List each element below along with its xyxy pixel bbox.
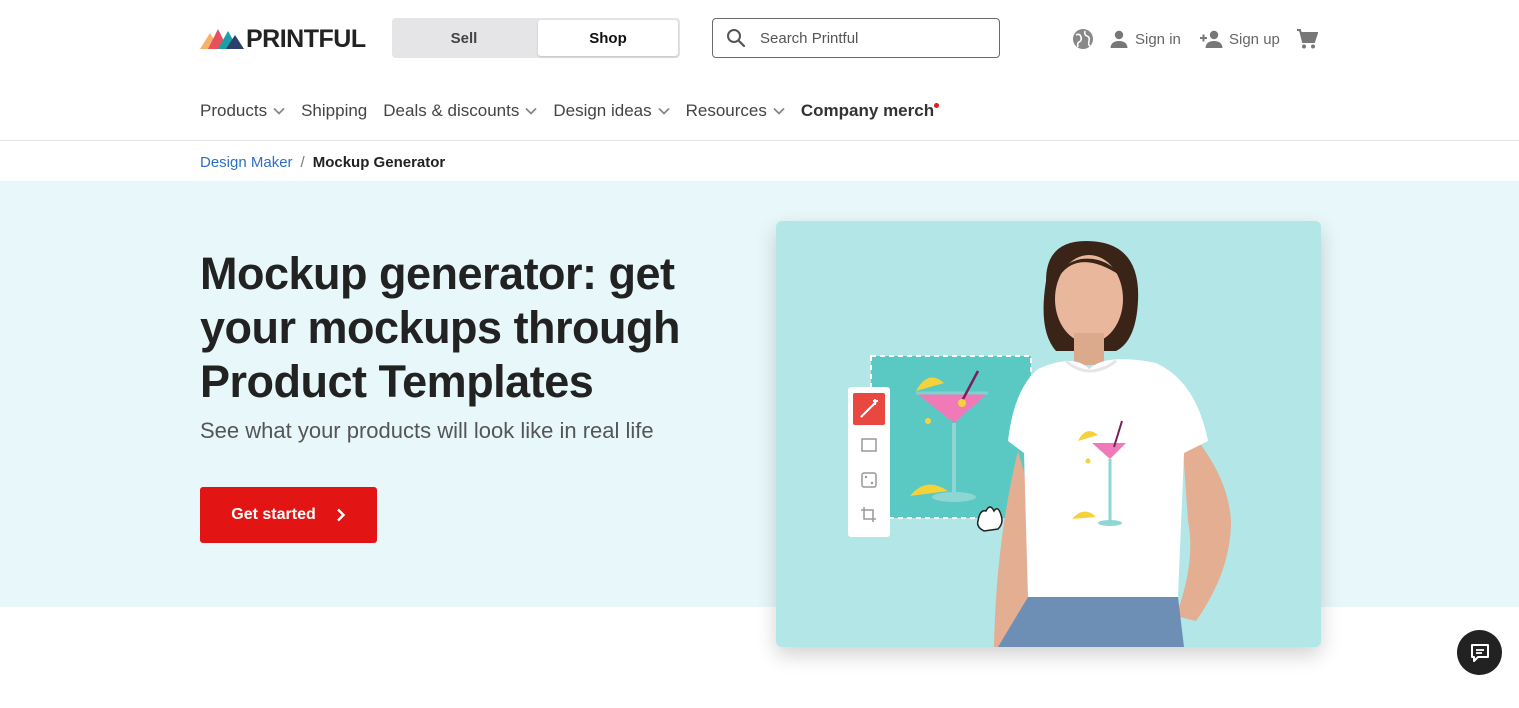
sell-tab[interactable]: Sell — [392, 18, 536, 58]
chevron-right-icon — [336, 508, 345, 522]
sign-up-label: Sign up — [1229, 30, 1280, 48]
search-box — [712, 18, 1000, 58]
nav-products[interactable]: Products — [200, 101, 285, 121]
get-started-button[interactable]: Get started — [200, 487, 377, 543]
chat-button[interactable] — [1457, 630, 1502, 675]
sign-in-link[interactable]: Sign in — [1109, 26, 1181, 52]
mockup-illustration-art — [848, 241, 1231, 647]
chevron-down-icon — [773, 107, 785, 115]
nav-shipping[interactable]: Shipping — [301, 101, 367, 121]
breadcrumb-current: Mockup Generator — [312, 153, 446, 171]
language-button[interactable] — [1072, 26, 1094, 52]
chat-bubble-icon — [1470, 643, 1489, 662]
nav-shipping-label: Shipping — [301, 101, 368, 120]
breadcrumb: Design Maker / Mockup Generator — [200, 152, 445, 172]
search-icon — [727, 29, 746, 48]
chevron-down-icon — [657, 107, 670, 115]
nav-products-label: Products — [200, 101, 268, 120]
main-nav: Products Shipping Deals & discounts Desi… — [200, 98, 950, 124]
nav-deals-label: Deals & discounts — [383, 101, 520, 120]
nav-divider — [0, 140, 1519, 141]
globe-icon — [1073, 29, 1093, 49]
search-input[interactable] — [760, 29, 980, 47]
nav-resources[interactable]: Resources — [686, 101, 785, 121]
sign-up-link[interactable]: Sign up — [1199, 26, 1280, 52]
hero-title: Mockup generator: get your mockups throu… — [200, 248, 681, 407]
nav-resources-label: Resources — [685, 101, 767, 120]
user-icon — [1110, 30, 1128, 48]
cart-button[interactable] — [1296, 26, 1318, 52]
nav-design-ideas-label: Design ideas — [553, 101, 652, 120]
sell-shop-toggle: Sell Shop — [392, 18, 680, 58]
top-bar: PRINTFUL Sell Shop Sign in — [0, 0, 1519, 78]
cart-icon — [1297, 29, 1318, 49]
add-user-icon — [1200, 30, 1223, 48]
nav-company-merch[interactable]: Company merch — [800, 101, 940, 121]
hero-subtitle: See what your products will look like in… — [200, 418, 654, 443]
get-started-label: Get started — [231, 506, 316, 523]
logo-mark-icon — [200, 29, 244, 49]
page: PRINTFUL Sell Shop Sign in — [0, 0, 1519, 708]
sign-in-label: Sign in — [1135, 30, 1181, 48]
chevron-down-icon — [273, 107, 285, 115]
mockup-illustration — [776, 221, 1321, 647]
logo-text: PRINTFUL — [246, 25, 366, 53]
chevron-down-icon — [525, 107, 537, 115]
breadcrumb-design-maker[interactable]: Design Maker — [200, 154, 293, 171]
breadcrumb-separator: / — [300, 153, 305, 171]
printful-logo[interactable]: PRINTFUL — [200, 26, 366, 52]
shop-tab[interactable]: Shop — [538, 20, 678, 56]
nav-deals[interactable]: Deals & discounts — [383, 101, 537, 121]
nav-design-ideas[interactable]: Design ideas — [553, 101, 670, 121]
nav-company-merch-label: Company merch — [800, 101, 935, 120]
new-indicator-dot — [934, 103, 940, 108]
